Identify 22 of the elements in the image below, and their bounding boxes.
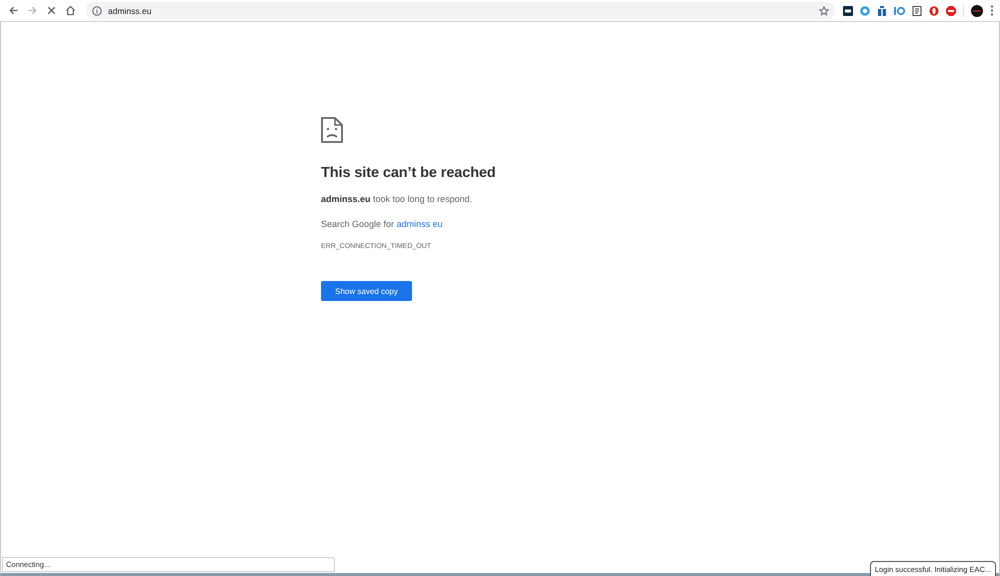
home-button[interactable] bbox=[63, 3, 78, 18]
forward-arrow-icon bbox=[26, 4, 39, 17]
octagon-icon[interactable] bbox=[946, 6, 956, 16]
avatar-icon[interactable] bbox=[971, 4, 983, 16]
info-icon bbox=[92, 6, 102, 16]
url-text: adminss.eu bbox=[108, 6, 152, 16]
sad-document-icon bbox=[321, 117, 343, 143]
address-bar[interactable]: adminss.eu bbox=[86, 2, 835, 19]
star-icon[interactable] bbox=[819, 6, 829, 16]
error-title: This site can’t be reached bbox=[321, 165, 496, 181]
square-icon[interactable] bbox=[843, 6, 853, 16]
search-suggestion: Search Google for adminss eu bbox=[321, 219, 443, 229]
search-link[interactable]: adminss eu bbox=[396, 219, 443, 229]
ring-icon[interactable] bbox=[929, 6, 939, 16]
back-arrow-icon bbox=[7, 4, 20, 17]
document-icon[interactable] bbox=[912, 6, 922, 16]
show-saved-copy-button[interactable]: Show saved copy bbox=[321, 281, 412, 301]
menu-icon[interactable] bbox=[990, 5, 994, 16]
close-icon bbox=[45, 4, 58, 17]
home-icon bbox=[64, 4, 77, 17]
error-message: adminss.eu took too long to respond. bbox=[321, 194, 472, 204]
circle-icon[interactable] bbox=[860, 6, 870, 16]
